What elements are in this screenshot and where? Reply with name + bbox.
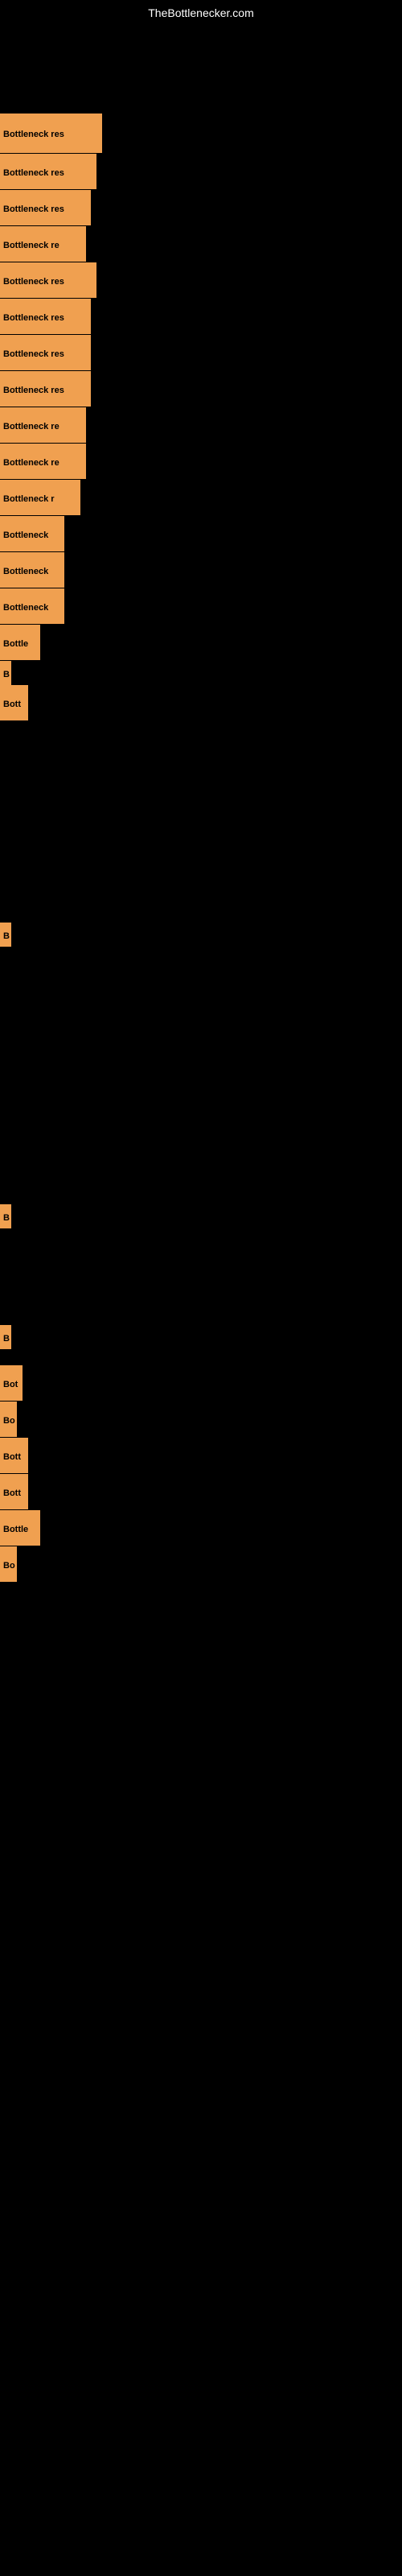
bottleneck-label: Bottleneck res — [0, 262, 96, 298]
bottleneck-label: Bottleneck re — [0, 407, 86, 443]
bottleneck-label: Bottleneck re — [0, 226, 86, 262]
bottleneck-label: Bottle — [0, 1510, 40, 1546]
bottleneck-label: Bo — [0, 1546, 17, 1582]
bottleneck-label: Bottleneck res — [0, 190, 91, 225]
bottleneck-label: Bottleneck res — [0, 154, 96, 189]
bottleneck-label: Bottle — [0, 625, 40, 660]
bottleneck-label: Bott — [0, 685, 28, 720]
bottleneck-label: Bottleneck res — [0, 299, 91, 334]
bottleneck-label: Bottleneck res — [0, 114, 102, 153]
bottleneck-label: B — [0, 1325, 11, 1349]
bottleneck-label: Bottleneck — [0, 588, 64, 624]
bottleneck-label: Bottleneck — [0, 516, 64, 551]
bottleneck-label: Bottleneck r — [0, 480, 80, 515]
bottleneck-label: Bottleneck re — [0, 444, 86, 479]
bottleneck-label: Bo — [0, 1402, 17, 1437]
site-title: TheBottlenecker.com — [0, 0, 402, 26]
bottleneck-label: B — [0, 661, 11, 685]
bottleneck-label: Bottleneck — [0, 552, 64, 588]
bottleneck-label: B — [0, 923, 11, 947]
bottleneck-label: B — [0, 1204, 11, 1228]
bottleneck-label: Bottleneck res — [0, 335, 91, 370]
bottleneck-label: Bott — [0, 1438, 28, 1473]
bottleneck-label: Bottleneck res — [0, 371, 91, 407]
bottleneck-label: Bot — [0, 1365, 23, 1401]
bottleneck-label: Bott — [0, 1474, 28, 1509]
